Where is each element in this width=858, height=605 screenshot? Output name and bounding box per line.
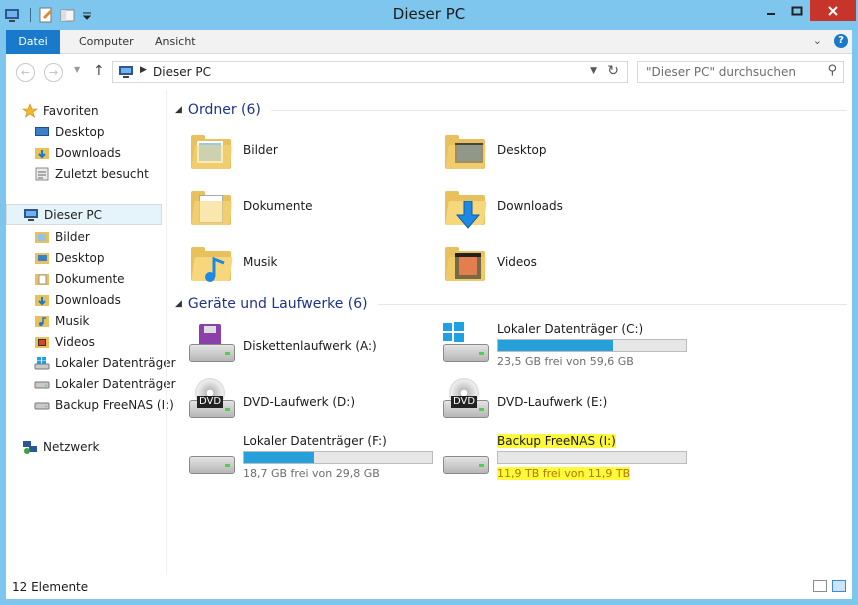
desktop-icon — [34, 124, 50, 140]
drive-tile-floppy-a[interactable]: Diskettenlaufwerk (A:) — [177, 318, 427, 372]
back-button[interactable]: ← — [16, 63, 35, 82]
address-path[interactable]: Dieser PC — [153, 65, 211, 79]
drive-icon — [441, 434, 489, 482]
folder-tile-bilder[interactable]: Bilder — [177, 123, 427, 177]
tab-ansicht[interactable]: Ansicht — [142, 30, 209, 54]
tab-datei[interactable]: Datei — [6, 30, 60, 54]
explorer-window: Dieser PC Datei Computer Ansicht ⌄ ? ← →… — [0, 0, 858, 605]
search-placeholder: "Dieser PC" durchsuchen — [646, 65, 796, 79]
search-input[interactable]: "Dieser PC" durchsuchen ⚲ — [637, 61, 844, 83]
drive-tile-dvd-d[interactable]: DVD DVD-Laufwerk (D:) — [177, 374, 427, 428]
address-bar[interactable]: ▶ Dieser PC ▼ ↻ — [112, 61, 628, 83]
expand-ribbon-chevron-icon[interactable]: ⌄ — [813, 34, 822, 48]
ribbon-tab-bar: Datei Computer Ansicht ⌄ ? — [6, 30, 852, 54]
dvd-drive-icon: DVD — [187, 378, 235, 426]
window-controls — [758, 0, 856, 21]
content-pane: ◢ Ordner (6) Bilder Desktop Dokumente Do… — [167, 90, 852, 575]
drive-tile-backup-freenas[interactable]: Backup FreeNAS (I:) 11,9 TB frei von 11,… — [431, 430, 687, 484]
maximize-button[interactable] — [784, 0, 810, 21]
floppy-drive-icon — [187, 322, 235, 370]
drive-usage-bar — [497, 339, 687, 352]
music-folder-icon — [187, 239, 235, 287]
sidebar-item-dieser-pc[interactable]: Dieser PC — [6, 204, 162, 225]
folder-icon — [34, 250, 50, 266]
group-header-ordner[interactable]: ◢ Ordner (6) — [175, 99, 847, 121]
drive-usage-fill — [498, 340, 613, 351]
sidebar-item-netzwerk[interactable]: Netzwerk — [22, 436, 178, 457]
item-count: 12 Elemente — [12, 580, 89, 594]
drive-tile-dvd-e[interactable]: DVD DVD-Laufwerk (E:) — [431, 374, 681, 428]
help-icon[interactable]: ? — [834, 34, 848, 48]
main-area: Favoriten Desktop Downloads Zuletzt besu… — [6, 90, 852, 575]
sidebar-item-favoriten[interactable]: Favoriten — [22, 100, 178, 121]
desktop-folder-icon — [441, 127, 489, 175]
search-icon[interactable]: ⚲ — [827, 63, 837, 78]
title-bar: Dieser PC — [0, 0, 858, 30]
downloads-folder-icon — [34, 145, 50, 161]
address-dropdown-icon[interactable]: ▼ — [590, 66, 597, 76]
folder-icon — [34, 334, 50, 350]
recent-places-icon — [34, 166, 50, 182]
downloads-folder-icon — [441, 183, 489, 231]
details-view-icon[interactable] — [813, 580, 827, 592]
documents-folder-icon — [187, 183, 235, 231]
folder-icon — [34, 229, 50, 245]
drive-usage-fill — [244, 452, 314, 463]
navigation-pane: Favoriten Desktop Downloads Zuletzt besu… — [6, 90, 176, 575]
window-title: Dieser PC — [392, 5, 466, 23]
forward-button[interactable]: → — [44, 63, 63, 82]
computer-icon — [23, 207, 39, 223]
system-drive-icon — [34, 355, 50, 371]
dvd-drive-icon: DVD — [441, 378, 489, 426]
drive-icon — [34, 397, 50, 413]
folder-tile-musik[interactable]: Musik — [177, 235, 427, 289]
system-drive-icon — [441, 322, 489, 370]
collapse-chevron-icon[interactable]: ◢ — [175, 299, 182, 309]
folder-tile-dokumente[interactable]: Dokumente — [177, 179, 427, 233]
folder-tile-downloads[interactable]: Downloads — [431, 179, 681, 233]
computer-icon — [118, 65, 136, 83]
group-divider — [377, 303, 847, 305]
view-switcher — [813, 580, 846, 592]
folder-tile-videos[interactable]: Videos — [431, 235, 681, 289]
folder-icon — [34, 292, 50, 308]
up-button[interactable]: ↑ — [93, 63, 105, 79]
drive-usage-bar — [497, 451, 687, 464]
folder-icon — [34, 313, 50, 329]
folder-icon — [34, 271, 50, 287]
tab-computer[interactable]: Computer — [66, 30, 147, 54]
drive-icon — [187, 434, 235, 482]
drive-tile-local-f[interactable]: Lokaler Datenträger (F:) 18,7 GB frei vo… — [177, 430, 433, 484]
network-icon — [22, 439, 38, 455]
status-bar: 12 Elemente — [6, 575, 852, 599]
collapse-chevron-icon[interactable]: ◢ — [175, 105, 182, 115]
recent-locations-chevron-icon[interactable]: ▼ — [74, 65, 80, 74]
folder-tile-desktop[interactable]: Desktop — [431, 123, 681, 177]
tiles-view-icon[interactable] — [832, 580, 846, 592]
close-button[interactable] — [810, 0, 856, 21]
navigation-bar: ← → ▼ ↑ ▶ Dieser PC ▼ ↻ "Dieser PC" durc… — [6, 54, 852, 90]
drive-usage-bar — [243, 451, 433, 464]
drive-icon — [34, 376, 50, 392]
refresh-icon[interactable]: ↻ — [607, 63, 619, 79]
pictures-folder-icon — [187, 127, 235, 175]
breadcrumb-chevron-icon[interactable]: ▶ — [140, 65, 147, 75]
videos-folder-icon — [441, 239, 489, 287]
drive-tile-local-c[interactable]: Lokaler Datenträger (C:) 23,5 GB frei vo… — [431, 318, 687, 372]
group-header-geraete[interactable]: ◢ Geräte und Laufwerke (6) — [175, 293, 847, 315]
group-divider — [270, 109, 847, 111]
minimize-button[interactable] — [758, 0, 784, 21]
star-icon — [22, 102, 38, 119]
